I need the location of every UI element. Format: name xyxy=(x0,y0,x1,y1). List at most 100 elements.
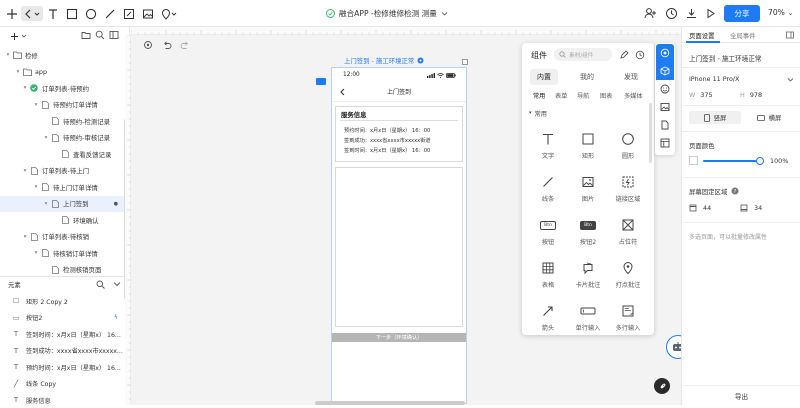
caret-down-icon[interactable]: ▾ xyxy=(32,102,40,108)
document-icon[interactable] xyxy=(660,120,670,130)
device-select[interactable]: iPhone 11 Pro/X xyxy=(689,74,794,84)
zoom-level[interactable]: 70% ⌄ xyxy=(768,8,794,17)
component-search[interactable]: 素材/组件 xyxy=(554,48,612,61)
components-tool-button[interactable] xyxy=(656,44,674,62)
frame-anchor-marker[interactable] xyxy=(316,78,326,85)
element-list-item[interactable]: T 签到时间：x月x日（星期x） 16... xyxy=(0,326,124,342)
tab-page-settings[interactable]: 页面设置 xyxy=(689,31,715,40)
subtab-media[interactable]: 多媒体 xyxy=(624,91,643,100)
quick-launch-button[interactable] xyxy=(654,378,670,394)
page-tree-item[interactable]: 待预约-检测记录 xyxy=(0,113,124,129)
subtab-common[interactable]: 常用 xyxy=(533,91,545,100)
subtab-chart[interactable]: 图表 xyxy=(600,91,612,100)
redo-icon[interactable] xyxy=(180,40,190,50)
landscape-button[interactable]: 横屏 xyxy=(744,111,794,124)
component-item[interactable]: 单行输入 xyxy=(573,302,603,338)
component-scrollbar[interactable] xyxy=(649,103,652,163)
user-add-icon[interactable] xyxy=(643,6,658,21)
resize-handle[interactable] xyxy=(462,59,468,65)
caret-down-icon[interactable]: ▾ xyxy=(21,234,29,240)
back-icon[interactable] xyxy=(339,88,346,96)
caret-down-icon[interactable]: ▾ xyxy=(21,168,29,174)
next-step-button[interactable]: 下一步（环境确认） xyxy=(332,333,466,342)
caret-down-icon[interactable]: ▾ xyxy=(42,201,50,207)
export-button[interactable]: 导出 xyxy=(689,390,794,402)
page-tree-item[interactable]: ▾ app xyxy=(0,64,124,80)
page-tree-item[interactable]: ▾ 订单列表-待预约 xyxy=(0,80,124,96)
tab-mine[interactable]: 我的 xyxy=(580,69,594,85)
page-tree-item[interactable]: ▾ 订单列表-待上门 xyxy=(0,163,124,179)
collapse-panel-icon[interactable] xyxy=(109,30,119,40)
component-item[interactable]: 圆形 xyxy=(613,130,643,166)
component-item[interactable]: 多行输入 xyxy=(613,302,643,338)
search-icon[interactable] xyxy=(96,280,105,289)
add-page-button[interactable] xyxy=(10,30,27,42)
location-tool-icon[interactable] xyxy=(158,6,180,21)
collapse-icon[interactable] xyxy=(786,31,794,39)
caret-down-icon[interactable]: ▾ xyxy=(42,135,50,141)
page-tree-item[interactable]: ▾ 待核销订单详情 xyxy=(0,245,124,261)
share-button[interactable]: 分享 xyxy=(724,5,760,22)
section-common-header[interactable]: ▾ 常用 xyxy=(529,108,547,118)
undo-icon[interactable] xyxy=(162,40,172,50)
pen-tool-icon[interactable] xyxy=(121,6,136,21)
component-item[interactable]: Btn 按钮2 xyxy=(573,216,603,252)
page-tree-item[interactable]: 环境确认 xyxy=(0,212,124,228)
width-field[interactable]: W 375 xyxy=(689,90,713,100)
content-rectangle[interactable] xyxy=(335,167,463,327)
layout-icon[interactable] xyxy=(660,138,670,148)
component-item[interactable]: 表格 xyxy=(533,259,563,295)
caret-down-icon[interactable]: ▾ xyxy=(32,184,40,190)
help-icon[interactable]: ? xyxy=(731,187,739,195)
component-item[interactable]: 卡片批注 xyxy=(573,259,603,295)
element-list-item[interactable]: T 预约时间：x月x日（星期x） 16... xyxy=(0,359,124,375)
download-icon[interactable] xyxy=(684,6,699,21)
caret-down-icon[interactable]: ▾ xyxy=(14,69,22,75)
tab-discover[interactable]: 发现 xyxy=(624,69,638,85)
opacity-slider-thumb[interactable] xyxy=(756,157,764,165)
canvas-horizontal-scrollbar[interactable] xyxy=(315,401,465,405)
line-tool-icon[interactable] xyxy=(102,6,117,21)
search-icon[interactable] xyxy=(95,30,105,40)
component-item[interactable]: 图片 xyxy=(573,173,603,209)
settings-icon[interactable] xyxy=(143,40,153,50)
element-list-item[interactable]: ╱ 线条 Copy xyxy=(0,376,124,392)
add-icon[interactable] xyxy=(4,6,19,21)
component-item[interactable]: 矩形 xyxy=(573,130,603,166)
history-icon[interactable] xyxy=(664,6,679,21)
caret-down-icon[interactable]: ▾ xyxy=(32,250,40,256)
edit-icon[interactable] xyxy=(619,50,629,60)
recent-icon[interactable] xyxy=(635,50,645,60)
component-item[interactable]: 文字 xyxy=(533,130,563,166)
component-item[interactable]: 箭头 xyxy=(533,302,563,338)
caret-down-icon[interactable]: ▾ xyxy=(21,85,29,91)
page-tree-item[interactable]: ▾ 检修 xyxy=(0,47,124,63)
service-info-card[interactable]: 服务信息 预约时间：x月x日（星期x） 16：00 签到成功：xxxx省xxxx… xyxy=(335,106,463,162)
image-icon[interactable] xyxy=(660,102,670,112)
resources-tool-button[interactable] xyxy=(656,62,674,80)
page-color-swatch[interactable] xyxy=(689,156,698,165)
page-name[interactable]: 上门签到 - 施工环境正常 xyxy=(689,53,762,63)
circle-tool-icon[interactable] xyxy=(83,6,98,21)
height-field[interactable]: H 978 xyxy=(740,90,762,100)
caret-down-icon[interactable]: ▾ xyxy=(4,52,12,58)
page-tree-item[interactable]: ▾ 上门签到 ● xyxy=(0,195,124,212)
opacity-slider-track[interactable] xyxy=(703,160,761,162)
rectangle-tool-icon[interactable] xyxy=(64,6,79,21)
element-list-item[interactable]: ▭ 按钮2 ϟ xyxy=(0,310,124,326)
frame-label[interactable]: 上门签到 - 施工环境正常 xyxy=(344,55,424,65)
tab-builtin[interactable]: 内置 xyxy=(530,69,558,85)
component-item[interactable]: Btn 按钮 xyxy=(533,216,563,252)
phone-frame[interactable]: 12:00 上门签到 服务信息 预约时间：x月x日（星期x） 16：00 签到成… xyxy=(331,59,468,404)
fixed-top-field[interactable]: 44 xyxy=(689,203,711,213)
chevron-down-icon[interactable] xyxy=(113,280,121,288)
folder-icon[interactable] xyxy=(81,30,91,40)
subtab-nav[interactable]: 导航 xyxy=(577,91,589,100)
subtab-form[interactable]: 表单 xyxy=(555,91,567,100)
emoji-icon[interactable] xyxy=(660,84,670,94)
fixed-bottom-field[interactable]: 34 xyxy=(740,203,762,213)
document-title[interactable]: 融合APP -检修维修检测 测量 xyxy=(326,7,448,20)
page-tree-item[interactable]: ▾ 待预约-审核记录 xyxy=(0,130,124,146)
component-item[interactable]: 占位符 xyxy=(613,216,643,252)
element-list-item[interactable]: T 签到成功：xxxx省xxxx市xxxxx... xyxy=(0,343,124,359)
